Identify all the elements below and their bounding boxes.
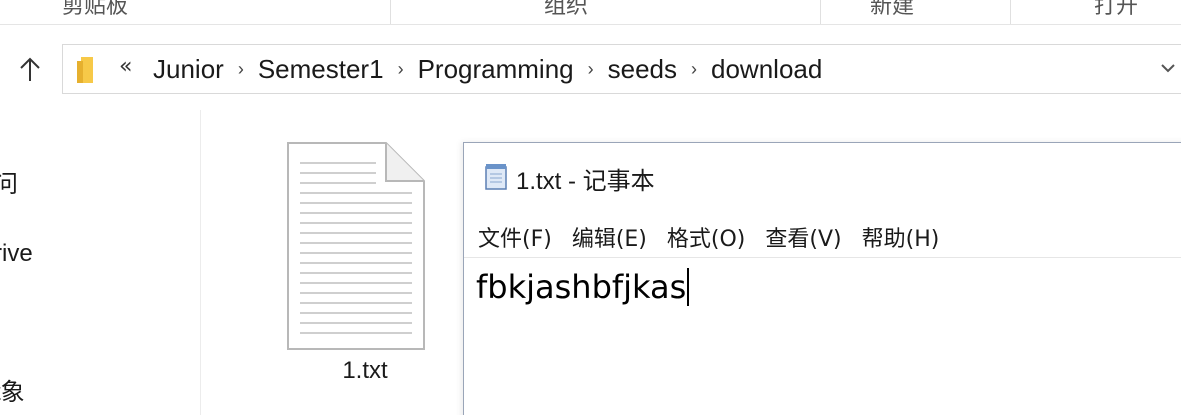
- breadcrumb-seeds[interactable]: seeds: [606, 54, 679, 85]
- address-bar[interactable]: « Junior › Semester1 › Programming › see…: [62, 44, 1181, 94]
- chevron-right-icon[interactable]: ›: [398, 59, 404, 80]
- nav-item-quick-access[interactable]: 问: [0, 164, 18, 199]
- chevron-right-icon[interactable]: ›: [238, 59, 244, 80]
- ribbon-separator: [820, 0, 821, 24]
- notepad-window[interactable]: 1.txt - 记事本 文件(F) 编辑(E) 格式(O) 查看(V) 帮助(H…: [463, 142, 1181, 415]
- folder-icon: [77, 57, 93, 83]
- notepad-text-area[interactable]: fbkjashbfjkas: [464, 257, 1181, 415]
- chevron-right-icon[interactable]: ›: [588, 59, 594, 80]
- menu-edit[interactable]: 编辑(E): [566, 221, 653, 253]
- ribbon-group-open: 打开: [1094, 0, 1139, 19]
- file-item[interactable]: 1.txt: [270, 135, 460, 395]
- notepad-title: 1.txt - 记事本: [516, 168, 655, 195]
- breadcrumb-junior[interactable]: Junior: [151, 54, 226, 85]
- nav-item-onedrive[interactable]: rive: [0, 240, 33, 268]
- ribbon-group-organize: 组织: [544, 0, 589, 19]
- chevron-right-icon[interactable]: ›: [691, 59, 697, 80]
- text-file-icon: [287, 142, 425, 350]
- text-caret: [687, 268, 690, 306]
- notepad-content: fbkjashbfjkas: [476, 268, 687, 306]
- menu-help[interactable]: 帮助(H): [856, 221, 946, 253]
- notepad-menu-bar: 文件(F) 编辑(E) 格式(O) 查看(V) 帮助(H): [464, 217, 1181, 257]
- menu-format[interactable]: 格式(O): [661, 221, 751, 253]
- ribbon-separator: [1010, 0, 1011, 24]
- nav-item-3d-objects[interactable]: t象: [0, 372, 25, 407]
- breadcrumb: Junior › Semester1 › Programming › seeds…: [151, 51, 824, 87]
- menu-view[interactable]: 查看(V): [759, 221, 847, 253]
- ribbon-group-labels: 剪贴板 组织 新建 打开: [0, 0, 1181, 25]
- notepad-text-line: fbkjashbfjkas: [476, 268, 690, 306]
- notepad-title-bar[interactable]: 1.txt - 记事本: [464, 143, 1181, 207]
- breadcrumb-semester1[interactable]: Semester1: [256, 54, 386, 85]
- breadcrumb-download[interactable]: download: [709, 54, 824, 85]
- file-name-label: 1.txt: [342, 357, 388, 384]
- arrow-up-icon: [20, 57, 40, 81]
- ribbon-group-clipboard: 剪贴板: [62, 0, 129, 19]
- explorer-window: 剪贴板 组织 新建 打开 « Junior › Semester1 › Prog: [0, 0, 1181, 415]
- ribbon-group-new: 新建: [870, 0, 915, 19]
- menu-file[interactable]: 文件(F): [472, 221, 558, 253]
- up-button[interactable]: [10, 50, 50, 90]
- ribbon-separator: [390, 0, 391, 24]
- chevron-down-icon[interactable]: [1159, 59, 1177, 77]
- breadcrumb-overflow[interactable]: «: [119, 54, 132, 79]
- notepad-icon: [485, 164, 507, 190]
- pane-divider: [200, 110, 201, 415]
- navigation-pane: 问 rive t象: [0, 110, 200, 415]
- navigation-row: « Junior › Semester1 › Programming › see…: [0, 38, 1181, 102]
- breadcrumb-programming[interactable]: Programming: [416, 54, 576, 85]
